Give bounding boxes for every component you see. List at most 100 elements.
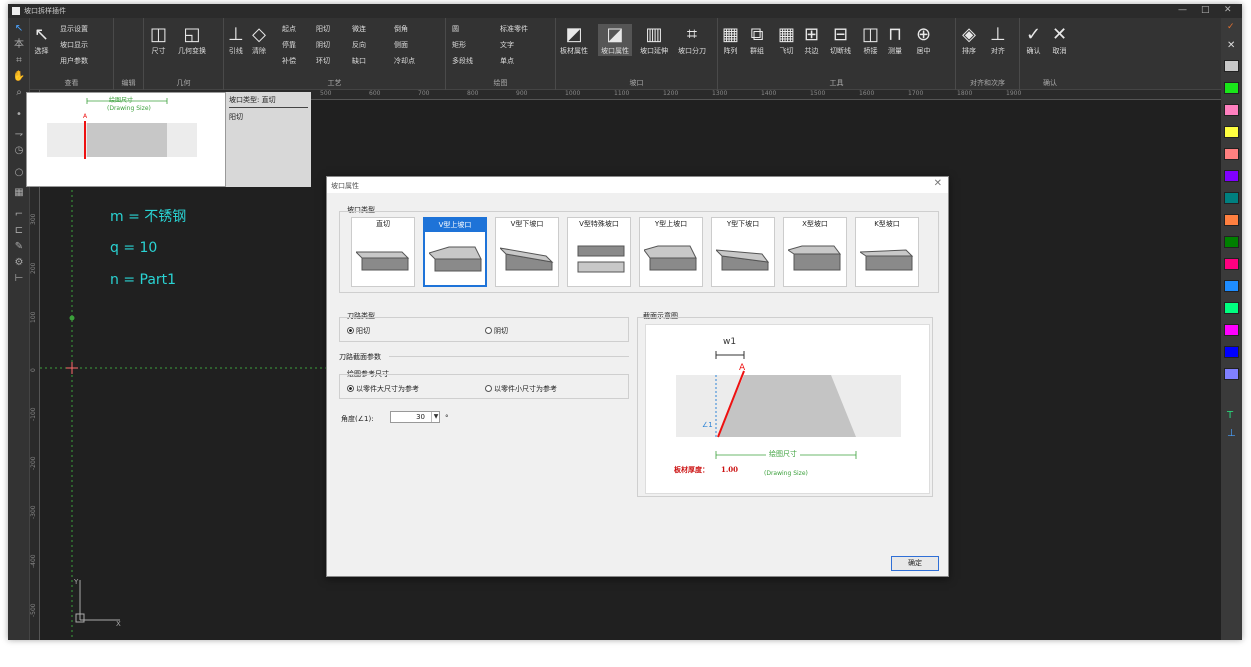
bevel-extend-button[interactable]: ▥ 坡口延伸	[640, 24, 668, 56]
confirm-button[interactable]: ✓ 确认	[1026, 24, 1041, 56]
align-button[interactable]: ⊥ 对齐	[990, 24, 1006, 56]
close-palette-icon[interactable]: ✕	[1227, 40, 1235, 51]
bevel-split-button[interactable]: ⌗ 坡口分刀	[678, 24, 706, 56]
start-point-button[interactable]: 起点	[282, 24, 296, 34]
pan-icon[interactable]: ✋	[12, 70, 26, 84]
minimize-icon[interactable]: —	[1178, 5, 1187, 15]
display-settings-button[interactable]: 显示设置	[60, 24, 88, 34]
cut-type-group	[339, 317, 629, 342]
knife-tool-icon[interactable]: ✎	[12, 240, 26, 254]
cross-icon: ✕	[1052, 24, 1068, 45]
bevel-option[interactable]: Y型上坡口	[639, 217, 703, 287]
bevel-display-button[interactable]: 坡口显示	[60, 40, 88, 50]
ok-button[interactable]: 确定	[891, 556, 939, 571]
sort-button[interactable]: ◈ 排序	[962, 24, 976, 56]
color-swatch[interactable]	[1224, 104, 1239, 116]
close-icon[interactable]: ✕	[1224, 5, 1232, 15]
color-swatch[interactable]	[1224, 214, 1239, 226]
color-swatch[interactable]	[1224, 60, 1239, 72]
ring-cut-button[interactable]: 环切	[316, 56, 330, 66]
bevel-face	[793, 253, 841, 271]
color-swatch[interactable]	[1224, 126, 1239, 138]
fly-cut-button[interactable]: ▦ 飞切	[778, 24, 795, 56]
outer-cut-button[interactable]: 阳切	[316, 24, 330, 34]
cancel-button[interactable]: ✕ 取消	[1052, 24, 1067, 56]
color-swatch[interactable]	[1224, 192, 1239, 204]
bevel-option[interactable]: 直切	[351, 217, 415, 287]
inner-cut-button[interactable]: 阴切	[316, 40, 330, 50]
circle-tool-icon[interactable]: ○	[12, 166, 26, 180]
color-swatch[interactable]	[1224, 148, 1239, 160]
settings-tool-icon[interactable]: ⚙	[12, 256, 26, 270]
user-params-button[interactable]: 用户参数	[60, 56, 88, 66]
chamfer-button[interactable]: 倒角	[394, 24, 408, 34]
checkmark-icon[interactable]: ✓	[1227, 22, 1235, 32]
radio-ref-small[interactable]: 以零件小尺寸为参考	[485, 384, 557, 394]
dimension-button[interactable]: ◫ 尺寸	[150, 24, 167, 56]
cut-line-button[interactable]: ⊟ 切断线	[830, 24, 851, 56]
bevel-option[interactable]: V型上坡口	[423, 217, 487, 287]
radio-outer-cut[interactable]: 阳切	[347, 326, 370, 336]
reverse-button[interactable]: 反向	[352, 40, 366, 50]
compensate-button[interactable]: 补偿	[282, 56, 296, 66]
bracket-tool-icon[interactable]: ⊏	[12, 224, 26, 238]
rectangle-button[interactable]: 矩形	[452, 40, 466, 50]
clear-button[interactable]: ◇ 清除	[252, 24, 266, 56]
bridge-button[interactable]: ◫ 桥接	[862, 24, 879, 56]
color-swatch[interactable]	[1224, 280, 1239, 292]
radio-ref-large[interactable]: 以零件大尺寸为参考	[347, 384, 419, 394]
color-swatch[interactable]	[1224, 258, 1239, 270]
ground-icon[interactable]: ⊥	[1227, 428, 1236, 439]
text-button[interactable]: 文字	[500, 40, 514, 50]
arrow-tool-icon[interactable]: ⇁	[12, 128, 26, 142]
bevel-props-button[interactable]: ◪ 坡口属性	[598, 24, 632, 56]
measure-button[interactable]: ⊓ 测量	[888, 24, 902, 56]
rect-select-icon[interactable]: ⌗	[12, 54, 26, 68]
maximize-icon[interactable]: □	[1201, 5, 1210, 15]
bevel-option[interactable]: V型下坡口	[495, 217, 559, 287]
color-swatch[interactable]	[1224, 170, 1239, 182]
zoom-icon[interactable]: ⌕	[12, 86, 26, 100]
select-button[interactable]: ↖ 选择	[34, 24, 49, 56]
grid-tool-icon[interactable]: ▦	[12, 186, 26, 200]
group-label-geometry: 几何	[176, 79, 191, 87]
color-swatch[interactable]	[1224, 302, 1239, 314]
circle-button[interactable]: 圆	[452, 24, 459, 34]
lead-button[interactable]: ⊥ 引线	[228, 24, 244, 56]
plate-props-button[interactable]: ◩ 板材属性	[560, 24, 588, 56]
group-button[interactable]: ⧉ 群组	[750, 24, 764, 56]
line-tool-icon[interactable]: •	[12, 108, 26, 122]
clock-tool-icon[interactable]: ◷	[12, 144, 26, 158]
color-swatch[interactable]	[1224, 324, 1239, 336]
color-swatch[interactable]	[1224, 236, 1239, 248]
color-swatch[interactable]	[1224, 368, 1239, 380]
micro-joint-button[interactable]: 微连	[352, 24, 366, 34]
color-swatch[interactable]	[1224, 346, 1239, 358]
radio-inner-cut[interactable]: 阴切	[485, 326, 508, 336]
bevel-option[interactable]: K型坡口	[855, 217, 919, 287]
angle-dropdown-icon[interactable]: ▼	[431, 412, 440, 422]
text-tool-icon[interactable]: 本	[12, 38, 26, 52]
common-edge-button[interactable]: ⊞ 共边	[804, 24, 819, 56]
single-point-button[interactable]: 单点	[500, 56, 514, 66]
cooling-point-button[interactable]: 冷却点	[394, 56, 415, 66]
pointer-icon[interactable]: ↖	[12, 22, 26, 36]
measure-tool-icon[interactable]: ⊢	[12, 272, 26, 286]
geometry-transform-button[interactable]: ◱ 几何变换	[178, 24, 206, 56]
preview-marker: A	[83, 113, 88, 120]
bevel-option[interactable]: Y型下坡口	[711, 217, 775, 287]
color-swatch[interactable]	[1224, 82, 1239, 94]
side-button[interactable]: 侧面	[394, 40, 408, 50]
park-button[interactable]: 停靠	[282, 40, 296, 50]
group-tools: ▦ 阵列 ⧉ 群组 ▦ 飞切 ⊞ 共边 ⊟ 切断线 ◫ 桥接 ⊓ 测量 ⊕ 居中 工具	[718, 18, 956, 90]
standard-part-button[interactable]: 标准零件	[500, 24, 528, 34]
array-button[interactable]: ▦ 阵列	[722, 24, 739, 56]
polyline-button[interactable]: 多段线	[452, 56, 473, 66]
corner-tool-icon[interactable]: ⌐	[12, 208, 26, 222]
bevel-option[interactable]: V型特殊坡口	[567, 217, 631, 287]
notch-button[interactable]: 缺口	[352, 56, 366, 66]
dialog-close-icon[interactable]: ✕	[934, 178, 942, 189]
text-color-icon[interactable]: T	[1227, 410, 1233, 421]
bevel-option[interactable]: X型坡口	[783, 217, 847, 287]
center-button[interactable]: ⊕ 居中	[916, 24, 931, 56]
